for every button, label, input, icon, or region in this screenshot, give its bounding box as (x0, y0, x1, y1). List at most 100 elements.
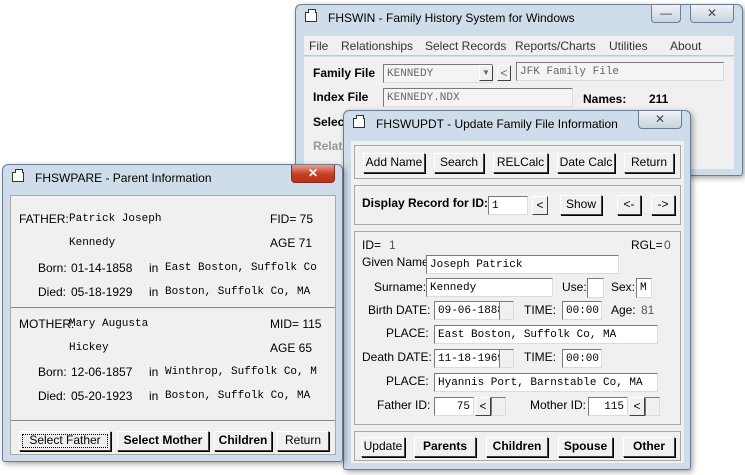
display-id-input[interactable]: 1 (488, 196, 528, 215)
birth-time-input[interactable]: 00:00 (562, 301, 602, 320)
mother-id-input[interactable]: 115 (588, 397, 628, 416)
given-name-label: Given Name: (362, 255, 433, 269)
mother-age: AGE 65 (270, 341, 313, 355)
mother-label: MOTHER: (19, 317, 75, 331)
mother-id-label: Mother ID: (530, 398, 587, 412)
update-button[interactable]: Update (361, 437, 405, 457)
birth-place-label: PLACE: (386, 326, 429, 340)
death-place-label: PLACE: (386, 374, 429, 388)
names-count: 211 (649, 92, 669, 106)
menu-reports-charts[interactable]: Reports/Charts (515, 39, 596, 53)
record-actions-group: Update Parents Children Spouse Other (354, 431, 681, 461)
children-button[interactable]: Children (214, 431, 272, 451)
id-label: ID= (362, 238, 382, 252)
date-calc-button[interactable]: Date Calc (557, 153, 615, 173)
father-born-label: Born: (38, 261, 67, 275)
fhswupdt-window: FHSWUPDT - Update Family File Informatio… (343, 110, 691, 470)
birth-date-spacer (499, 301, 514, 320)
app-window-icon (305, 9, 317, 22)
menu-select-records[interactable]: Select Records (425, 39, 506, 53)
death-date-spacer (499, 349, 514, 368)
mother-born-in: in (149, 365, 159, 379)
fhswupdt-titlebar[interactable]: FHSWUPDT - Update Family File Informatio… (344, 111, 690, 137)
add-name-button[interactable]: Add Name (363, 153, 425, 173)
parent-divider (11, 307, 335, 308)
age-label: Age: (611, 303, 636, 317)
app-window-icon (12, 169, 24, 182)
fhswpare-titlebar[interactable]: FHSWPARE - Parent Information ✕ (3, 165, 342, 191)
app-window-icon (353, 115, 365, 128)
death-time-input[interactable]: 00:00 (562, 349, 602, 368)
search-button[interactable]: Search (434, 153, 484, 173)
father-born-date: 01-14-1858 (71, 261, 133, 275)
fhswpare-close-button[interactable]: ✕ (291, 165, 335, 183)
select-mother-button[interactable]: Select Mother (117, 431, 209, 451)
return-button[interactable]: Return (277, 431, 329, 451)
mother-given-name: Mary Augusta (69, 318, 149, 330)
menu-file[interactable]: File (309, 39, 328, 53)
mother-mid: MID= 115 (270, 317, 322, 331)
father-label: FATHER: (19, 212, 69, 226)
father-id-decrement-button[interactable]: < (475, 397, 491, 416)
father-given-name: Patrick Joseph (69, 213, 162, 225)
fhswupdt-body: Add Name Search RELCalc Date Calc Return… (351, 141, 684, 463)
family-file-select[interactable]: KENNEDY (383, 64, 493, 83)
death-place-input[interactable]: Hyannis Port, Barnstable Co, MA (434, 373, 658, 392)
mother-born-place: Winthrop, Suffolk Co, M (165, 366, 317, 378)
menu-about[interactable]: About (670, 39, 701, 53)
father-born-place: East Boston, Suffolk Co (165, 262, 317, 274)
father-surname: Kennedy (69, 237, 116, 249)
mother-id-spacer (645, 397, 660, 416)
family-file-scroll-left-button[interactable]: < (497, 65, 511, 81)
fhswpare-body: FATHER: Patrick Joseph FID= 75 Kennedy A… (10, 195, 336, 455)
record-detail-group: ID= 1 RGL= 0 Given Name: Joseph Patrick … (354, 231, 681, 425)
father-id-spacer (491, 397, 506, 416)
fhswin-titlebar[interactable]: FHSWIN - Family History System for Windo… (296, 5, 742, 31)
parents-button[interactable]: Parents (414, 437, 476, 457)
birth-date-label: Birth DATE: (368, 303, 431, 317)
sex-input[interactable]: M (636, 278, 652, 298)
fhswin-minimize-button[interactable]: — (651, 5, 681, 23)
fhswin-title: FHSWIN - Family History System for Windo… (328, 11, 575, 25)
birth-time-label: TIME: (524, 303, 556, 317)
father-fid: FID= 75 (270, 212, 314, 226)
spouse-button[interactable]: Spouse (558, 437, 613, 457)
menu-relationships[interactable]: Relationships (341, 39, 413, 53)
display-record-label: Display Record for ID: (362, 196, 489, 210)
return-button[interactable]: Return (624, 153, 674, 173)
family-file-description[interactable]: JFK Family File (516, 62, 724, 81)
index-file-field[interactable]: KENNEDY.NDX (383, 88, 573, 107)
birth-place-input[interactable]: East Boston, Suffolk Co, MA (434, 325, 658, 344)
surname-input[interactable]: Kennedy (426, 278, 553, 297)
previous-record-button[interactable]: <- (617, 195, 641, 215)
fhswin-close-button[interactable]: ✕ (690, 5, 734, 23)
menu-utilities[interactable]: Utilities (609, 39, 648, 53)
father-died-in: in (149, 285, 159, 299)
fhswupdt-close-button[interactable]: ✕ (638, 111, 682, 129)
select-father-button[interactable]: Select Father (19, 431, 111, 451)
relcalc-button[interactable]: RELCalc (493, 153, 548, 173)
fhswupdt-title: FHSWUPDT - Update Family File Informatio… (376, 117, 618, 131)
use-input[interactable] (587, 278, 604, 298)
display-record-group: Display Record for ID: 1 < Show <- -> (354, 185, 681, 225)
given-name-input[interactable]: Joseph Patrick (426, 255, 619, 274)
father-id-label: Father ID: (377, 398, 431, 412)
father-died-date: 05-18-1929 (71, 285, 133, 299)
relationships-label: Relati (313, 139, 346, 153)
id-value: 1 (389, 238, 396, 252)
rgl-value: 0 (664, 238, 671, 252)
father-id-input[interactable]: 75 (434, 397, 474, 416)
fhswin-menubar: File Relationships Select Records Report… (304, 36, 734, 56)
family-file-dropdown-icon[interactable]: ▼ (479, 65, 493, 81)
mother-died-date: 05-20-1923 (71, 389, 133, 403)
children-button[interactable]: Children (486, 437, 548, 457)
other-button[interactable]: Other (623, 437, 675, 457)
next-record-button[interactable]: -> (651, 195, 675, 215)
show-button[interactable]: Show (560, 195, 602, 215)
names-label: Names: (583, 92, 627, 106)
display-id-decrement-button[interactable]: < (532, 196, 548, 215)
use-label: Use: (562, 280, 587, 294)
update-toolbar-group: Add Name Search RELCalc Date Calc Return (354, 145, 681, 179)
father-age: AGE 71 (270, 236, 313, 250)
mother-id-decrement-button[interactable]: < (629, 397, 645, 416)
